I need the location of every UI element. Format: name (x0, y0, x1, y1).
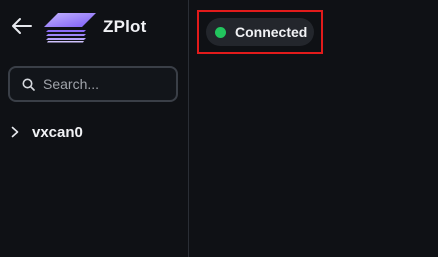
chevron-right-icon[interactable] (8, 125, 22, 139)
app-title: ZPlot (103, 17, 147, 36)
zplot-logo-icon (44, 13, 96, 43)
tree-item-vxcan0[interactable]: vxcan0 (8, 120, 178, 144)
app-window: ZPlot vxcan0 Connected (0, 0, 438, 257)
arrow-left-icon (10, 17, 32, 40)
status-label: Connected (235, 24, 308, 40)
back-button[interactable] (8, 15, 34, 41)
search-box[interactable] (8, 66, 178, 102)
status-dot (215, 26, 226, 38)
search-input[interactable] (43, 76, 163, 92)
search-icon (21, 77, 35, 91)
connection-status-badge: Connected (206, 18, 314, 46)
sidebar: ZPlot vxcan0 (0, 0, 189, 257)
tree-item-label: vxcan0 (32, 123, 83, 141)
